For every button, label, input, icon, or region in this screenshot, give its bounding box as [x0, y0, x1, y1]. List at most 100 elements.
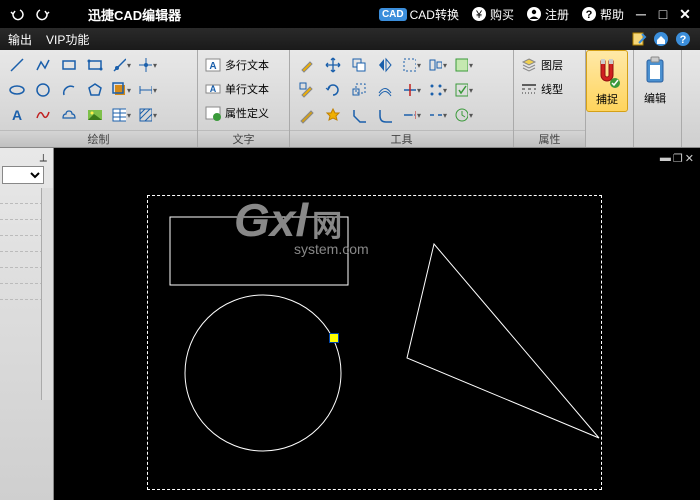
ray-icon[interactable]: ▾ — [110, 54, 132, 76]
help-icon: ? — [581, 6, 597, 22]
extend-icon[interactable]: ▾ — [400, 104, 422, 126]
explode-icon[interactable] — [322, 104, 344, 126]
home-icon[interactable] — [652, 30, 670, 48]
copy-icon[interactable] — [348, 54, 370, 76]
rotate-icon[interactable] — [322, 79, 344, 101]
menu-vip[interactable]: VIP功能 — [46, 31, 89, 48]
panel-combo[interactable] — [2, 166, 44, 184]
edit-big-button[interactable]: 编辑 — [634, 50, 676, 110]
offset-icon[interactable] — [374, 79, 396, 101]
magnet-icon — [593, 55, 621, 89]
cloud-icon[interactable] — [58, 104, 80, 126]
ribbon-edit: 编辑 — [634, 50, 682, 147]
svg-text:A: A — [209, 61, 216, 72]
yen-icon: ¥ — [471, 6, 487, 22]
layer-button[interactable]: 图层 — [520, 54, 567, 76]
scale-icon[interactable] — [348, 79, 370, 101]
svg-text:¥: ¥ — [475, 9, 483, 21]
align-icon[interactable]: ▾ — [426, 54, 448, 76]
ribbon-label-text: 文字 — [198, 130, 289, 147]
register-button[interactable]: 注册 — [522, 4, 573, 25]
help-button[interactable]: ?帮助 — [577, 4, 628, 25]
ellipse-icon[interactable] — [6, 79, 28, 101]
edit2-tool-icon[interactable] — [296, 79, 318, 101]
notes-icon[interactable] — [630, 30, 648, 48]
hatch-icon[interactable]: ▾ — [136, 104, 158, 126]
singleline-text-button[interactable]: A单行文本 — [204, 78, 273, 100]
svg-text:A: A — [210, 84, 217, 94]
text-icon[interactable]: A — [6, 104, 28, 126]
ribbon-label-props: 属性 — [514, 130, 585, 147]
left-panel: ⟂ — [0, 148, 54, 500]
ribbon-label-draw: 绘制 — [0, 130, 197, 147]
ribbon: A ▾ ▾ ▾ ▾ ▾ ▾ 绘制 A多行文本 A单行文本 属性定义 文字 — [0, 50, 700, 148]
drawing-canvas[interactable]: ▬ ❐ ✕ Gxl 网 system.com — [54, 148, 700, 500]
block-icon[interactable]: ▾ — [110, 79, 132, 101]
linetype-button[interactable]: 线型 — [520, 78, 567, 100]
drawn-triangle[interactable] — [404, 243, 604, 443]
polyline-icon[interactable] — [32, 54, 54, 76]
menu-output[interactable]: 输出 — [8, 31, 32, 48]
attrdef-button[interactable]: 属性定义 — [204, 102, 273, 124]
clipboard-icon — [641, 54, 669, 88]
drawn-circle[interactable] — [183, 293, 343, 453]
image-icon[interactable] — [84, 104, 106, 126]
drawn-rectangle[interactable] — [169, 216, 349, 286]
snap-button[interactable]: 捕捉 — [586, 50, 628, 112]
dim-icon[interactable]: ▾ — [136, 79, 158, 101]
panel-list — [0, 188, 43, 400]
maximize-button[interactable]: □ — [654, 5, 672, 23]
table-icon[interactable]: ▾ — [110, 104, 132, 126]
pencil-tool-icon[interactable] — [296, 104, 318, 126]
point-icon[interactable]: ▾ — [136, 54, 158, 76]
chamfer-icon[interactable] — [348, 104, 370, 126]
drop3-icon[interactable]: ▾ — [452, 104, 474, 126]
polygon-icon[interactable] — [84, 79, 106, 101]
pin-icon[interactable]: ⟂ — [40, 152, 47, 165]
fillet-icon[interactable] — [374, 104, 396, 126]
ribbon-label-tools: 工具 — [290, 130, 513, 147]
drop1-icon[interactable]: ▾ — [452, 54, 474, 76]
edit-tool-icon[interactable] — [296, 54, 318, 76]
line-icon[interactable] — [6, 54, 28, 76]
trim-icon[interactable]: ▾ — [400, 79, 422, 101]
circle-icon[interactable] — [32, 79, 54, 101]
ribbon-group-text: A多行文本 A单行文本 属性定义 文字 — [198, 50, 290, 147]
cad-badge-icon: CAD — [379, 8, 407, 21]
ribbon-group-draw: A ▾ ▾ ▾ ▾ ▾ ▾ 绘制 — [0, 50, 198, 147]
redo-icon[interactable] — [32, 3, 54, 25]
drop2-icon[interactable]: ▾ — [452, 79, 474, 101]
multiline-text-button[interactable]: A多行文本 — [204, 54, 273, 76]
svg-text:A: A — [12, 107, 22, 123]
canvas-window-controls: ▬ ❐ ✕ — [660, 152, 694, 165]
minimize-button[interactable]: ─ — [632, 5, 650, 23]
close-button[interactable]: ✕ — [676, 5, 694, 23]
rect2-icon[interactable] — [84, 54, 106, 76]
break-icon[interactable]: ▾ — [426, 104, 448, 126]
move-icon[interactable] — [322, 54, 344, 76]
canvas-close-icon[interactable]: ✕ — [685, 152, 694, 165]
arc-icon[interactable] — [58, 79, 80, 101]
ribbon-snap: 捕捉 — [586, 50, 634, 147]
workspace: ⟂ ▬ ❐ ✕ Gxl 网 system.com — [0, 148, 700, 500]
rect-icon[interactable] — [58, 54, 80, 76]
svg-text:?: ? — [680, 34, 687, 46]
title-bar: 迅捷CAD编辑器 CADCAD转换 ¥购买 注册 ?帮助 ─ □ ✕ — [0, 0, 700, 28]
select-rect-icon[interactable]: ▾ — [400, 54, 422, 76]
help-small-icon[interactable]: ? — [674, 30, 692, 48]
svg-text:?: ? — [586, 9, 593, 21]
ribbon-group-props: 图层 线型 属性 — [514, 50, 586, 147]
canvas-restore-icon[interactable]: ❐ — [673, 152, 683, 165]
user-icon — [526, 6, 542, 22]
app-title: 迅捷CAD编辑器 — [88, 5, 181, 24]
mirror-icon[interactable] — [374, 54, 396, 76]
undo-icon[interactable] — [6, 3, 28, 25]
ribbon-group-tools: ▾ ▾ ▾ ▾ ▾ ▾ ▾ ▾ ▾ 工具 — [290, 50, 514, 147]
array-icon[interactable]: ▾ — [426, 79, 448, 101]
canvas-min-icon[interactable]: ▬ — [660, 152, 671, 165]
buy-button[interactable]: ¥购买 — [467, 4, 518, 25]
spline-icon[interactable] — [32, 104, 54, 126]
cad-convert-button[interactable]: CADCAD转换 — [375, 4, 463, 25]
panel-scrollbar[interactable] — [41, 188, 53, 400]
selection-grip[interactable] — [329, 333, 339, 343]
